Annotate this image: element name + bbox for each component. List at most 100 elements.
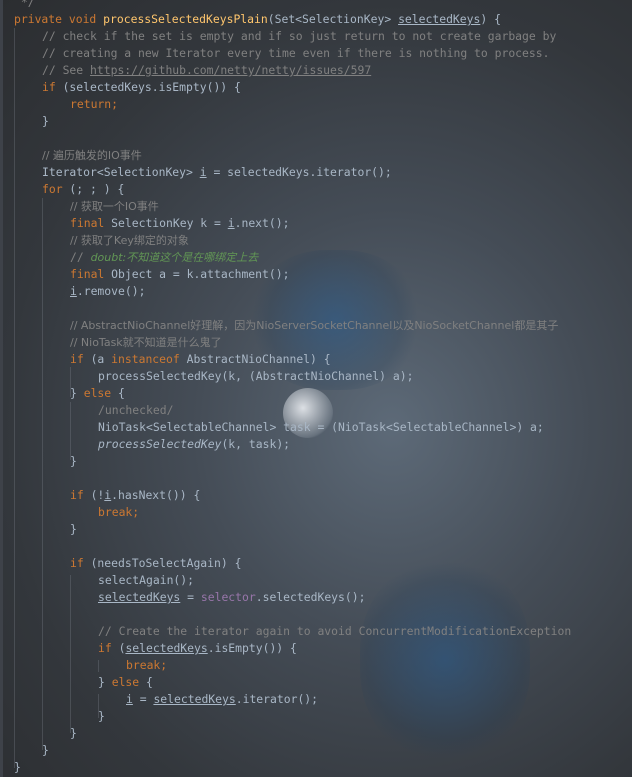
keyword: final [70, 216, 105, 230]
code-line[interactable]: if (a instanceof AbstractNioChannel) { [70, 351, 331, 368]
code-text: .isEmpty()) { [207, 641, 297, 655]
code-line[interactable]: private void processSelectedKeysPlain(Se… [14, 11, 501, 28]
code-line[interactable]: return; [70, 96, 118, 113]
comment-text: // creating a new Iterator every time ev… [42, 46, 550, 60]
code-line[interactable]: } [14, 759, 21, 776]
code-line[interactable]: // creating a new Iterator every time ev… [42, 45, 549, 62]
code-line[interactable]: } [70, 453, 77, 470]
editor-gutter [0, 0, 3, 777]
code-line[interactable]: selectAgain(); [98, 572, 194, 589]
code-line[interactable]: // See https://github.com/netty/netty/is… [42, 62, 371, 79]
code-line[interactable]: } [70, 725, 77, 742]
code-text: = [180, 590, 201, 604]
code-text: ( [111, 641, 126, 655]
keyword: private void [14, 12, 104, 26]
keyword: if [70, 352, 84, 366]
code-line[interactable]: } [42, 113, 49, 130]
comment-text: // Create the iterator again to avoid Co… [98, 624, 572, 638]
code-line[interactable]: if (selectedKeys.isEmpty()) { [42, 79, 241, 96]
code-text: processSelectedKey(k, (AbstractNioChanne… [98, 369, 414, 383]
field-name: selector [200, 590, 256, 604]
comment-text: // NioTask就不知道是什么鬼了 [70, 336, 222, 349]
code-line[interactable]: } [98, 708, 105, 725]
todo-comment: doubt:不知道这个是在哪绑定上去 [90, 251, 259, 264]
code-line[interactable]: // check if the set is empty and if so j… [42, 28, 556, 45]
comment-text: /unchecked/ [98, 403, 174, 417]
code-line[interactable]: processSelectedKey(k, (AbstractNioChanne… [98, 368, 413, 385]
code-text: (a [83, 352, 112, 366]
code-text: .remove(); [76, 284, 146, 298]
code-line[interactable]: if (needsToSelectAgain) { [70, 555, 241, 572]
code-line[interactable]: // NioTask就不知道是什么鬼了 [70, 334, 222, 351]
code-text: { [111, 386, 125, 400]
method-call: processSelectedKey [98, 437, 222, 451]
code-line[interactable]: final Object a = k.attachment(); [70, 266, 289, 283]
parameter-name: selectedKeys [398, 12, 481, 26]
keyword: if [98, 641, 112, 655]
variable-name: i [199, 165, 207, 179]
code-editor[interactable]: */ private void processSelectedKeysPlain… [0, 0, 632, 777]
code-line[interactable]: // Create the iterator again to avoid Co… [98, 623, 571, 640]
code-text: (needsToSelectAgain) { [83, 556, 242, 570]
code-line[interactable]: NioTask<SelectableChannel> task = (NioTa… [98, 419, 544, 436]
code-text: } [70, 386, 84, 400]
keyword: for [42, 182, 63, 196]
code-text: = selectedKeys.iterator(); [206, 165, 392, 179]
keyword: if [42, 80, 56, 94]
code-line[interactable]: // 遍历触发的IO事件 [42, 147, 142, 164]
code-line[interactable]: i.remove(); [70, 283, 145, 300]
code-text: } [70, 726, 77, 740]
code-line[interactable]: /unchecked/ [98, 402, 173, 419]
code-line[interactable]: // AbstractNioChannel好理解，因为NioServerSock… [70, 317, 558, 334]
keyword: if [70, 488, 84, 502]
code-text: } [42, 743, 49, 757]
code-line[interactable]: if (!i.hasNext()) { [70, 487, 200, 504]
code-text: (! [83, 488, 105, 502]
code-text: Object a = k.attachment(); [104, 267, 290, 281]
issue-link[interactable]: https://github.com/netty/netty/issues/59… [90, 63, 371, 77]
comment-text: // 获取一个IO事件 [70, 200, 159, 213]
code-line[interactable]: } [70, 521, 77, 538]
variable-name: i [227, 216, 235, 230]
code-text: NioTask<SelectableChannel> task = (NioTa… [98, 420, 544, 434]
variable-name: i [70, 284, 77, 298]
code-text: .next(); [234, 216, 290, 230]
code-line[interactable]: for (; ; ) { [42, 181, 124, 198]
code-line[interactable]: Iterator<SelectionKey> i = selectedKeys.… [42, 164, 392, 181]
code-line[interactable]: // 获取了Key绑定的对象 [70, 232, 189, 249]
code-line[interactable]: } else { [70, 385, 125, 402]
code-line[interactable]: */ [14, 0, 35, 11]
code-text: selectAgain(); [98, 573, 195, 587]
code-line[interactable]: break; [98, 504, 139, 521]
code-text: } [98, 709, 105, 723]
code-line[interactable]: selectedKeys = selector.selectedKeys(); [98, 589, 365, 606]
comment-text: */ [14, 0, 35, 9]
indent-guide [42, 198, 43, 750]
code-line[interactable]: break; [126, 657, 167, 674]
keyword: else [111, 675, 140, 689]
keyword: return; [70, 97, 119, 111]
code-line[interactable]: processSelectedKey(k, task); [98, 436, 290, 453]
code-line[interactable]: i = selectedKeys.iterator(); [126, 691, 318, 708]
code-line[interactable]: } else { [98, 674, 153, 691]
indent-guide [70, 575, 71, 733]
code-text: AbstractNioChannel) { [179, 352, 331, 366]
code-text: = [132, 692, 154, 706]
code-line[interactable]: if (selectedKeys.isEmpty()) { [98, 640, 297, 657]
code-line[interactable]: } [42, 742, 49, 759]
indent-guide [98, 660, 99, 672]
code-line[interactable]: // 获取一个IO事件 [70, 198, 159, 215]
code-line[interactable]: final SelectionKey k = i.next(); [70, 215, 289, 232]
code-text: ) { [480, 12, 501, 26]
code-text: SelectionKey k = [104, 216, 228, 230]
comment-text: // 遍历触发的IO事件 [42, 149, 142, 162]
code-text: } [42, 114, 49, 128]
keyword: instanceof [111, 352, 180, 366]
keyword: final [70, 267, 105, 281]
method-name: processSelectedKeysPlain [103, 12, 268, 26]
comment-text: // [70, 250, 91, 264]
comment-text: // check if the set is empty and if so j… [42, 29, 557, 43]
code-text: { [139, 675, 153, 689]
variable-name: selectedKeys [125, 641, 208, 655]
code-line[interactable]: // doubt:不知道这个是在哪绑定上去 [70, 249, 258, 266]
